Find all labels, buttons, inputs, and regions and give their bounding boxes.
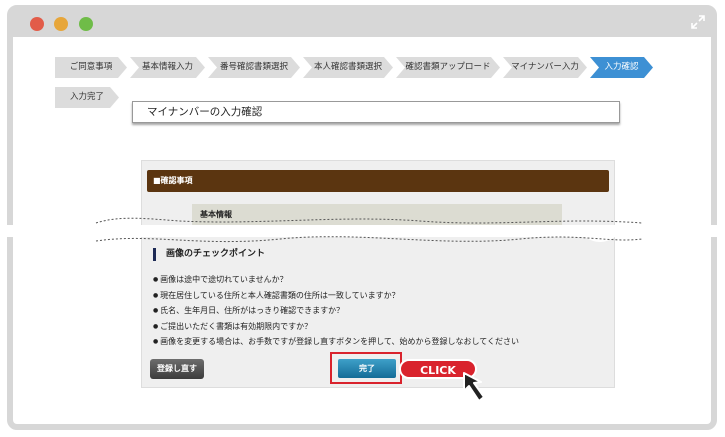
list-item: 画像は途中で途切れていませんか？ (153, 272, 519, 288)
close-window-icon[interactable] (30, 17, 44, 31)
list-item: 現在居住している住所と本人確認書類の住所は一致していますか？ (153, 288, 519, 304)
done-button[interactable]: 完了 (338, 359, 396, 378)
step-doc-upload: 確認書類アップロード (396, 57, 500, 78)
list-item: 画像を変更する場合は、お手数ですが登録し直すボタンを押して、始めから登録しなおし… (153, 334, 519, 350)
content-break-divider (0, 217, 725, 243)
fullscreen-icon[interactable] (691, 15, 705, 29)
page-title: マイナンバーの入力確認 (132, 101, 620, 123)
minimize-window-icon[interactable] (54, 17, 68, 31)
step-id-doc-select: 本人確認書類選択 (303, 57, 393, 78)
panel-header: ■確認事項 (147, 170, 609, 192)
cursor-arrow-icon (463, 372, 485, 402)
step-basic-info: 基本情報入力 (130, 57, 205, 78)
step-mynumber-input: マイナンバー入力 (503, 57, 587, 78)
checkpoint-list: 画像は途中で途切れていませんか？ 現在居住している住所と本人確認書類の住所は一致… (153, 272, 519, 350)
retry-registration-button[interactable]: 登録し直す (150, 359, 204, 379)
list-item: 氏名、生年月日、住所がはっきり確認できますか？ (153, 303, 519, 319)
step-number-doc-select: 番号確認書類選択 (208, 57, 300, 78)
step-input-complete: 入力完了 (55, 87, 119, 108)
checkpoint-title: 画像のチェックポイント (153, 248, 265, 261)
list-item: ご提出いただく書類は有効期限内ですか？ (153, 319, 519, 335)
step-input-confirm: 入力確認 (590, 57, 653, 78)
maximize-window-icon[interactable] (79, 17, 93, 31)
step-agreement: ご同意事項 (55, 57, 127, 78)
window-titlebar (13, 11, 711, 37)
